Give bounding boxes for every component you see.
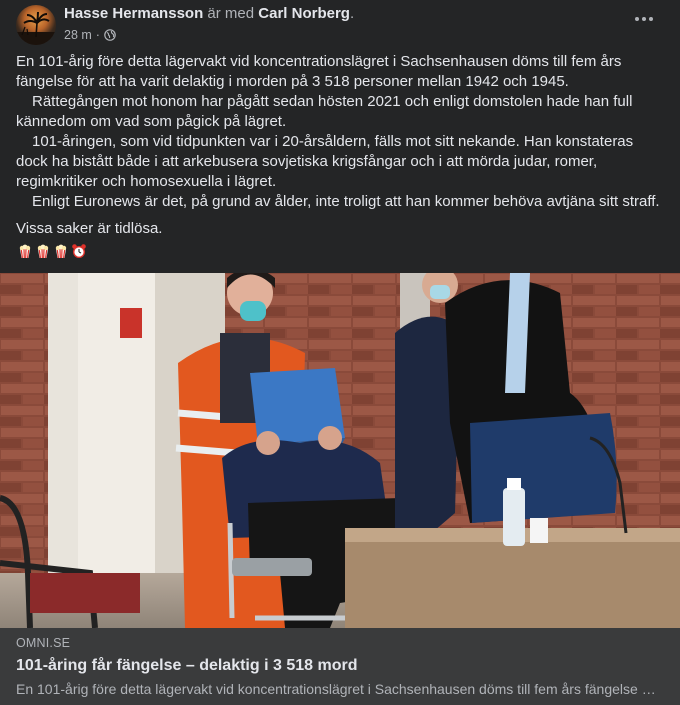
- alarm-clock-icon: [72, 244, 86, 258]
- more-options-icon[interactable]: [630, 9, 658, 29]
- link-domain: OMNI.SE: [16, 636, 71, 650]
- post-header: Hasse Hermansson är med Carl Norberg. 28…: [16, 5, 664, 47]
- meta-separator: ·: [95, 28, 100, 42]
- post-author-line: Hasse Hermansson är med Carl Norberg.: [64, 5, 354, 23]
- popcorn-icon: [19, 244, 31, 259]
- author-name[interactable]: Hasse Hermansson: [64, 5, 203, 22]
- post-meta: 28 m ·: [64, 27, 116, 43]
- with-text: är med: [207, 5, 255, 22]
- popcorn-icon: [37, 244, 49, 259]
- post-paragraph: 101-åringen, som vid tidpunkten var i 20…: [16, 133, 634, 190]
- link-description: En 101-årig före detta lägervakt vid kon…: [16, 681, 656, 697]
- feed-post: Hasse Hermansson är med Carl Norberg. 28…: [0, 0, 680, 705]
- emoji-row: [17, 243, 87, 259]
- post-tagline: Vissa saker är tidlösa.: [16, 220, 163, 237]
- courtroom-photo: [0, 273, 680, 628]
- post-paragraph: Rättegången mot honom har pågått sedan h…: [16, 93, 633, 130]
- post-timestamp[interactable]: 28 m: [64, 27, 92, 43]
- tagged-suffix: .: [349, 5, 355, 22]
- post-photo[interactable]: [0, 273, 680, 628]
- globe-icon: [104, 29, 116, 41]
- post-text: En 101-årig före detta lägervakt vid kon…: [16, 52, 666, 239]
- post-paragraph: En 101-årig före detta lägervakt vid kon…: [16, 53, 622, 90]
- popcorn-icon: [55, 244, 67, 259]
- author-avatar[interactable]: [16, 5, 56, 45]
- link-title[interactable]: 101-åring får fängelse – delaktig i 3 51…: [16, 657, 357, 675]
- link-preview[interactable]: OMNI.SE 101-åring får fängelse – delakti…: [0, 628, 680, 705]
- tagged-person[interactable]: Carl Norberg: [258, 5, 350, 22]
- post-paragraph: Enligt Euronews är det, på grund av ålde…: [32, 193, 660, 210]
